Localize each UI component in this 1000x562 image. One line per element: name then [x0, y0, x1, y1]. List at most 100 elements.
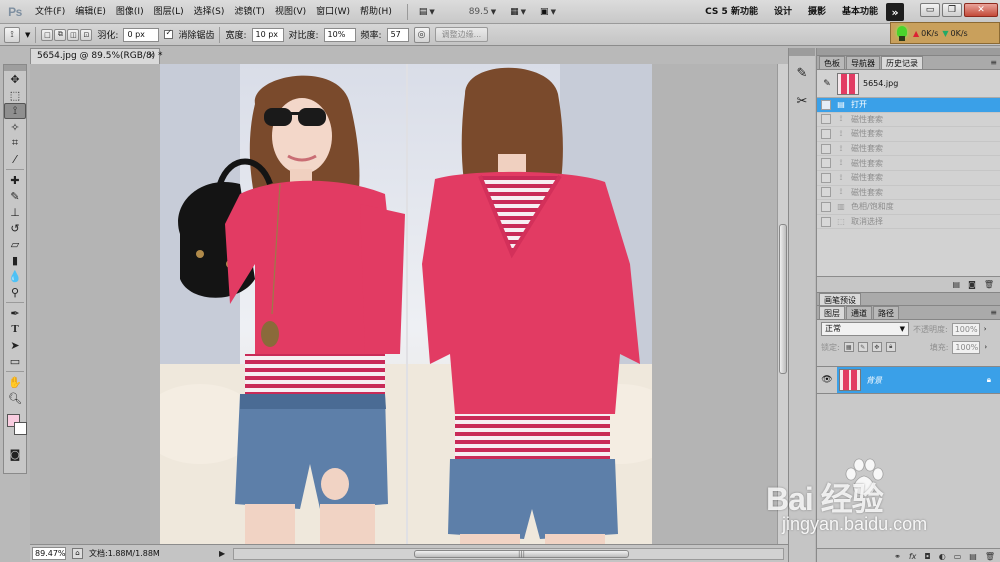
eraser-tool-icon[interactable]: ▱ [4, 236, 26, 252]
lock-position-icon[interactable]: ✥ [871, 342, 882, 352]
history-state[interactable]: ▥ 色相/饱和度 [817, 200, 1000, 215]
lock-transparency-icon[interactable]: ▦ [843, 342, 854, 352]
minimize-button[interactable]: ▭ [920, 3, 940, 17]
arrange-documents-button[interactable]: ▦ ▼ [507, 3, 529, 21]
history-source-slot[interactable] [821, 172, 831, 183]
status-menu-arrow-icon[interactable]: ▶ [219, 549, 229, 558]
camera-snapshot-icon[interactable]: ◙ [968, 280, 976, 289]
layer-row-background[interactable]: 👁︎ 背景 🔒︎ [817, 366, 1000, 394]
move-tool-icon[interactable]: ✥ [4, 71, 26, 87]
menu-file[interactable]: 文件(F) [30, 0, 70, 24]
history-source-slot[interactable] [821, 158, 831, 169]
menu-help[interactable]: 帮助(H) [355, 0, 397, 24]
add-selection-button[interactable]: ⧉ [54, 28, 67, 41]
workspace-photography[interactable]: 摄影 [800, 0, 834, 24]
fill-input[interactable]: 100% [952, 340, 981, 354]
marquee-tool-icon[interactable]: ⬚ [4, 87, 26, 103]
close-button[interactable]: ✕ [964, 3, 998, 17]
menu-edit[interactable]: 编辑(E) [70, 0, 111, 24]
new-group-icon[interactable]: ▭ [954, 552, 962, 561]
adjustment-layer-icon[interactable]: ◐ [939, 552, 946, 561]
blend-mode-select[interactable]: 正常 ▼ [821, 322, 909, 336]
width-input[interactable]: 10 px [251, 27, 284, 42]
history-source-slot[interactable] [821, 143, 831, 154]
frequency-input[interactable]: 57 [386, 27, 409, 42]
tab-paths[interactable]: 路径 [873, 306, 899, 319]
history-state[interactable]: ⟟ 磁性套索 [817, 171, 1000, 186]
history-state[interactable]: ⟟ 磁性套索 [817, 156, 1000, 171]
restore-button[interactable]: ❐ [942, 3, 962, 17]
close-icon[interactable]: × [147, 49, 155, 64]
history-source-slot[interactable] [821, 114, 831, 125]
history-state[interactable]: ⟟ 磁性套索 [817, 127, 1000, 142]
pen-tool-icon[interactable]: ✒ [4, 305, 26, 321]
history-state[interactable]: ⬚ 取消选择 [817, 215, 1000, 230]
lock-paint-icon[interactable]: ✎ [857, 342, 868, 352]
panel-menu-icon[interactable]: ≡ [990, 56, 997, 69]
history-source-slot[interactable] [821, 128, 831, 139]
zoom-tool-icon[interactable]: 🔍︎ [4, 390, 26, 406]
gradient-tool-icon[interactable]: ▮ [4, 252, 26, 268]
clone-stamp-tool-icon[interactable]: ⊥ [4, 204, 26, 220]
hand-tool-icon[interactable]: ✋ [4, 374, 26, 390]
history-source-slot[interactable] [821, 99, 831, 110]
document-tab[interactable]: 5654.jpg @ 89.5%(RGB/8) * × [30, 48, 163, 64]
tool-presets-icon[interactable]: ✂ [791, 90, 813, 112]
zoom-percentage-field[interactable]: 89.47% [32, 547, 66, 560]
add-mask-icon[interactable]: ◘ [924, 552, 930, 561]
intersect-selection-button[interactable]: ⊡ [80, 28, 93, 41]
history-state[interactable]: ▤ 打开 [817, 98, 1000, 113]
eye-visibility-icon[interactable]: 👁︎ [821, 374, 833, 386]
link-layers-icon[interactable]: ⚭ [894, 552, 901, 561]
layer-selected-area[interactable]: 背景 🔒︎ [837, 367, 1000, 393]
antialias-checkbox[interactable] [164, 28, 174, 39]
vertical-scrollbar[interactable] [777, 64, 788, 544]
brush-tool-icon[interactable]: ✎ [4, 188, 26, 204]
tab-brush-presets[interactable]: 画笔预设 [819, 293, 861, 305]
menu-select[interactable]: 选择(S) [189, 0, 230, 24]
menu-layer[interactable]: 图层(L) [149, 0, 189, 24]
quick-select-tool-icon[interactable]: ✧ [4, 119, 26, 135]
history-state[interactable]: ⟟ 磁性套索 [817, 142, 1000, 157]
eyedropper-tool-icon[interactable]: ⁄ [4, 151, 26, 167]
history-snapshot[interactable]: ✎ 5654.jpg [817, 70, 1000, 98]
tab-layers[interactable]: 图层 [819, 306, 845, 319]
menu-filter[interactable]: 滤镜(T) [229, 0, 270, 24]
more-workspaces-button[interactable]: » [886, 3, 904, 21]
document-canvas-area[interactable] [30, 64, 777, 544]
status-info-icon[interactable]: ⌂ [72, 548, 83, 559]
path-selection-tool-icon[interactable]: ➤ [4, 337, 26, 353]
history-source-slot[interactable] [821, 201, 831, 212]
horizontal-scroll-thumb[interactable]: ||| [414, 549, 629, 558]
feather-input[interactable]: 0 px [123, 27, 160, 42]
dodge-tool-icon[interactable]: ⚲ [4, 284, 26, 300]
subtract-selection-button[interactable]: ◫ [67, 28, 80, 41]
panel-grip[interactable] [817, 48, 1000, 56]
new-document-from-state-icon[interactable]: ▤ [953, 280, 961, 289]
refine-edge-button[interactable]: 调整边缘... [434, 27, 489, 42]
lock-all-icon[interactable]: 🔒︎ [885, 342, 896, 352]
blur-tool-icon[interactable]: 💧 [4, 268, 26, 284]
contrast-input[interactable]: 10% [323, 27, 356, 42]
layer-style-fx-icon[interactable]: fx [909, 552, 917, 561]
tab-history[interactable]: 历史记录 [881, 56, 923, 69]
tablet-pressure-button[interactable]: ◎ [413, 26, 430, 43]
vertical-scroll-thumb[interactable] [779, 224, 787, 374]
tab-channels[interactable]: 通道 [846, 306, 872, 319]
trash-icon[interactable]: 🗑︎ [985, 552, 995, 561]
panel-grip[interactable] [789, 48, 815, 56]
launch-bridge-button[interactable]: ▤ ▼ [416, 3, 438, 21]
opacity-input[interactable]: 100% [951, 322, 980, 336]
new-selection-button[interactable]: □ [41, 28, 54, 41]
horizontal-scrollbar[interactable]: ||| [233, 547, 784, 560]
history-source-slot[interactable] [821, 216, 831, 227]
magnetic-lasso-tool-icon[interactable]: ⟟ [4, 103, 26, 119]
menu-window[interactable]: 窗口(W) [311, 0, 355, 24]
new-layer-icon[interactable]: ▤ [969, 552, 977, 561]
workspace-cs5-new[interactable]: CS 5 新功能 [697, 0, 766, 24]
zoom-level-select[interactable]: 89.5 ▼ [446, 3, 499, 21]
trash-icon[interactable]: 🗑︎ [984, 280, 994, 289]
background-color-swatch[interactable] [14, 422, 27, 435]
history-source-slot[interactable] [821, 187, 831, 198]
menu-view[interactable]: 视图(V) [270, 0, 311, 24]
